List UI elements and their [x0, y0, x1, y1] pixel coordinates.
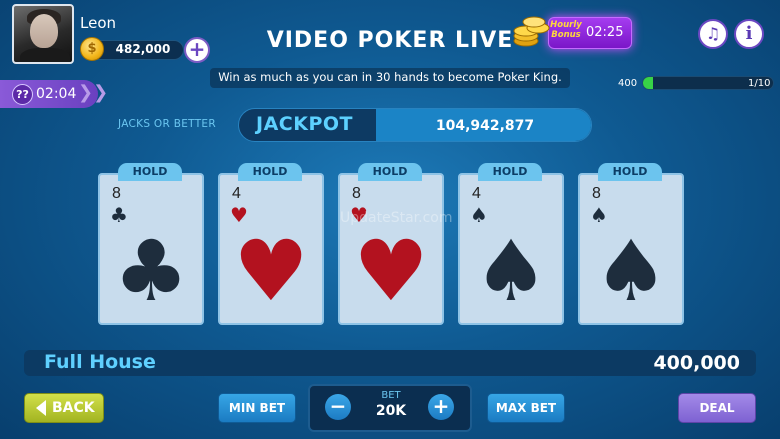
card-slot-5[interactable]: 8 ♠ ♠ HOLD [578, 163, 684, 325]
add-coins-button[interactable]: + [184, 37, 210, 63]
player-name: Leon [80, 14, 117, 32]
hands-count: 1/10 [748, 78, 771, 89]
playing-card[interactable]: 8 ♠ ♠ [578, 173, 684, 325]
playing-card[interactable]: 4 ♠ ♠ [458, 173, 564, 325]
music-off-icon[interactable]: ♫ [698, 19, 728, 49]
jackpot-value: 104,942,877 [435, 118, 535, 134]
info-icon[interactable]: i [734, 19, 764, 49]
question-badge-icon: ?? [12, 84, 33, 105]
subtitle: Win as much as you can in 30 hands to be… [218, 70, 562, 84]
hold-tag[interactable]: HOLD [118, 163, 182, 181]
watermark: UpdateStar.com [340, 210, 453, 226]
max-bet-button[interactable]: MAX BET [487, 393, 565, 423]
card-rank: 8 [352, 185, 361, 202]
card-slot-2[interactable]: 4 ♥ ♥ HOLD [218, 163, 324, 325]
hold-tag[interactable]: HOLD [478, 163, 542, 181]
avatar-head [30, 14, 58, 48]
heart-icon: ♥ [353, 222, 429, 320]
back-arrow-icon [36, 400, 46, 416]
spade-icon: ♠ [473, 222, 549, 320]
hands-progress-fill [643, 77, 654, 89]
bet-value: 20K [375, 403, 407, 419]
increase-bet-button[interactable]: + [428, 394, 454, 420]
card-rank: 4 [472, 185, 481, 202]
player-avatar[interactable] [12, 4, 74, 64]
card-rank: 8 [112, 185, 121, 202]
playing-card[interactable]: 4 ♥ ♥ [218, 173, 324, 325]
dollar-coin-icon: $ [80, 37, 104, 61]
card-slot-1[interactable]: 8 ♣ ♣ HOLD [98, 163, 204, 325]
card-rank: 8 [592, 185, 601, 202]
min-bet-button[interactable]: MIN BET [218, 393, 296, 423]
page-title: VIDEO POKER LIVE [266, 28, 514, 53]
hold-tag[interactable]: HOLD [358, 163, 422, 181]
spade-icon: ♠ [593, 222, 669, 320]
back-button-label: BACK [52, 400, 95, 416]
playing-card[interactable]: 8 ♥ ♥ [338, 173, 444, 325]
hourly-bonus-label: Hourly Bonus [550, 20, 582, 40]
card-slot-3[interactable]: 8 ♥ ♥ HOLD [338, 163, 444, 325]
decrease-bet-button[interactable]: − [325, 394, 351, 420]
game-type-label: JACKS OR BETTER [118, 118, 216, 130]
round-timer: 02:04 [36, 86, 77, 102]
coin-stack-icon [513, 16, 550, 47]
heart-icon: ♥ [233, 222, 309, 320]
progress-score: 400 [618, 78, 638, 89]
card-rank: 4 [232, 185, 241, 202]
card-slot-4[interactable]: 4 ♠ ♠ HOLD [458, 163, 564, 325]
playing-card[interactable]: 8 ♣ ♣ [98, 173, 204, 325]
winning-hand-name: Full House [44, 351, 156, 373]
club-icon: ♣ [113, 222, 189, 320]
winning-payout: 400,000 [653, 352, 740, 374]
hold-tag[interactable]: HOLD [238, 163, 302, 181]
hourly-bonus-timer: 02:25 [586, 25, 624, 40]
deal-button[interactable]: DEAL [678, 393, 756, 423]
double-chevron-icon: ❯❯ [78, 82, 109, 103]
bet-label: BET [381, 390, 401, 401]
jackpot-label: JACKPOT [256, 113, 353, 135]
avatar-body [20, 48, 70, 62]
coin-balance: 482,000 [115, 42, 171, 56]
hold-tag[interactable]: HOLD [598, 163, 662, 181]
